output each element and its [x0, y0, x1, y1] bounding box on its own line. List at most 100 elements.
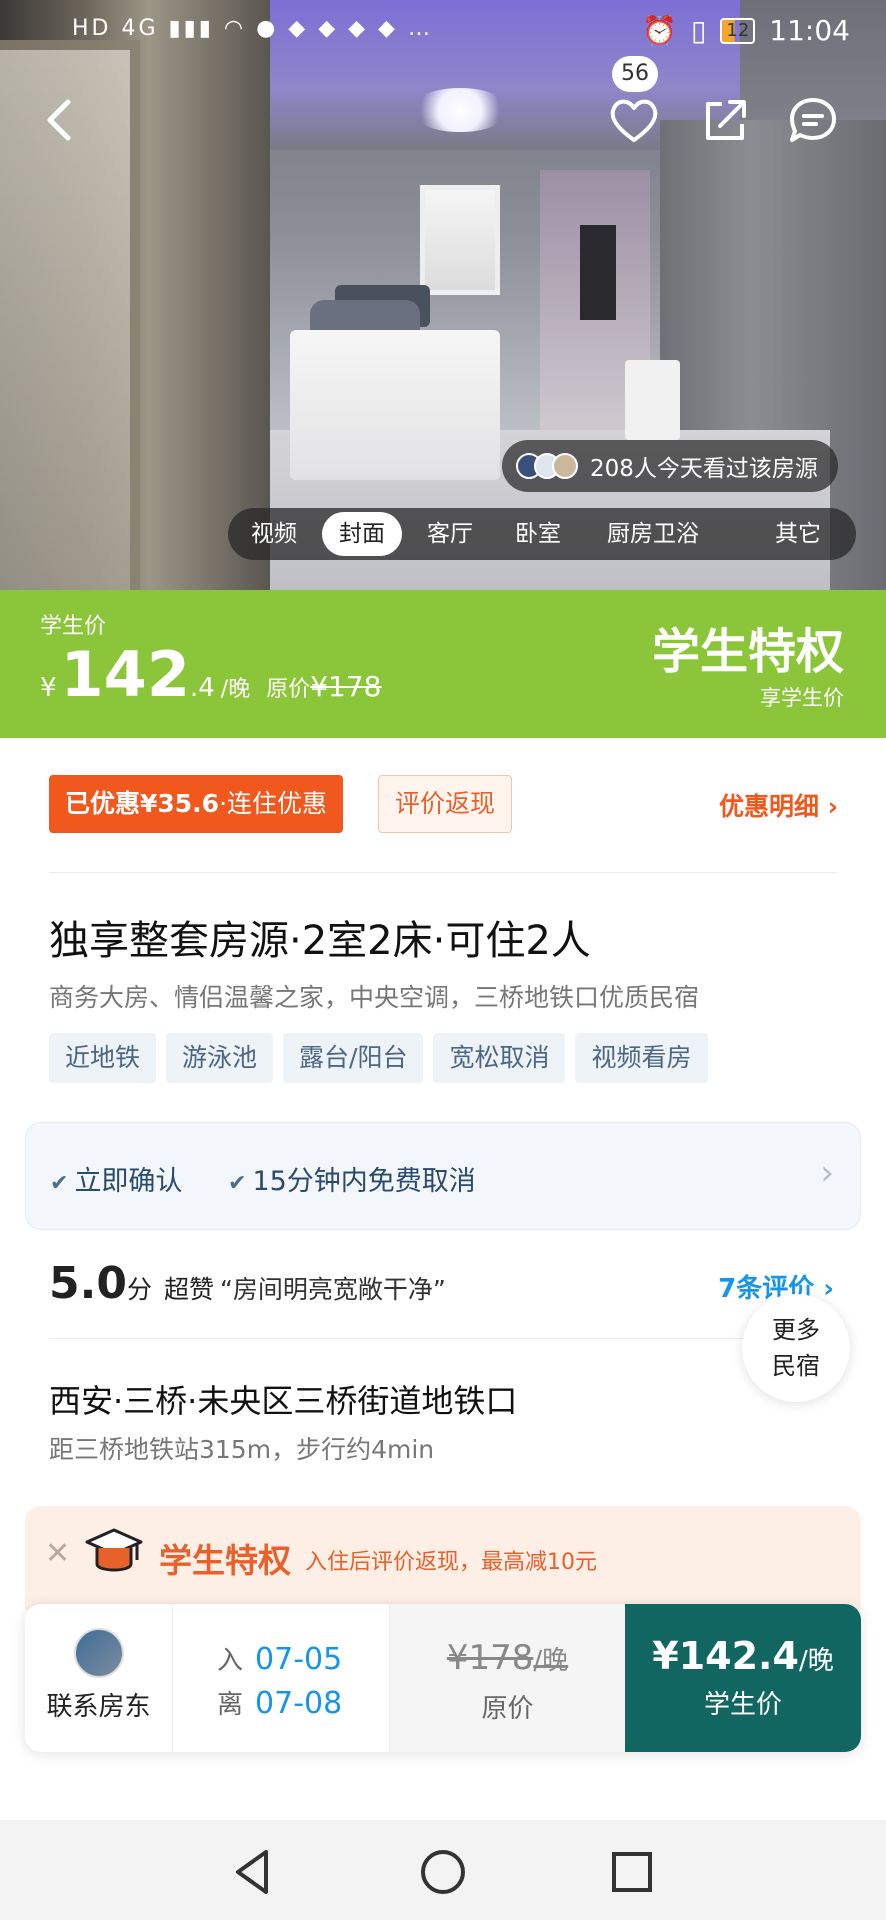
app-icon: ◆: [318, 16, 339, 41]
back-triangle-icon[interactable]: [226, 1844, 282, 1900]
checkout-value: 07-08: [255, 1686, 343, 1721]
student-price-amount: ¥142.4: [652, 1634, 799, 1678]
booking-bar: 联系房东 入 07-05 离 07-08 ¥178/晚 原价 ¥142.4/晚 学生…: [25, 1604, 861, 1752]
app-icon: ◆: [348, 16, 369, 41]
rating-summary: 5.0 分 超赞 “房间明亮宽敞干净”: [49, 1258, 446, 1309]
policy-free-cancel: ✔ 15分钟内免费取消: [228, 1159, 476, 1198]
promo-description: 入住后评价返现，最高减10元: [305, 1550, 597, 1575]
checkout-date: 离 07-08: [217, 1684, 342, 1721]
student-privilege-title: 学生特权: [651, 624, 844, 680]
discount-badge[interactable]: 已优惠¥35.6·连住优惠: [49, 775, 344, 833]
more-homestays-button[interactable]: 更多 民宿: [742, 1294, 850, 1402]
viewers-text: 208人今天看过该房源: [590, 456, 818, 482]
rating-level: 超赞: [163, 1275, 214, 1304]
price-label: 学生价: [40, 614, 107, 639]
date-selector[interactable]: 入 07-05 离 07-08: [173, 1604, 390, 1752]
photo-tv-unit: [625, 360, 680, 440]
rating-unit: 分: [126, 1275, 152, 1304]
tab-cover[interactable]: 封面: [322, 512, 402, 556]
favorite-count-badge: 56: [612, 56, 658, 92]
tab-other[interactable]: 其它: [748, 508, 848, 560]
share-button[interactable]: [700, 96, 750, 144]
back-button[interactable]: [40, 96, 80, 144]
divider: [49, 1338, 837, 1339]
price-display: ¥ 142 .4 /晚 原价 ¥178: [40, 638, 381, 711]
checkin-value: 07-05: [255, 1642, 343, 1677]
chevron-right-icon: ›: [823, 1274, 834, 1304]
battery-icon: 12: [720, 17, 756, 44]
listing-title: 独享整套房源·2室2床·可住2人: [49, 918, 591, 964]
recents-square-icon[interactable]: [604, 1844, 660, 1900]
check-icon: ✔: [50, 1171, 69, 1196]
original-price: ¥178: [310, 670, 382, 703]
notification-icon: ●: [256, 16, 279, 41]
tab-living-room[interactable]: 客厅: [410, 508, 490, 560]
listing-detail-screen: HD 4G ▮▮▮ ◠ ● ◆ ◆ ◆ ◆ … ⏰ ▯ 12 11:04 56: [0, 0, 886, 1920]
tag-flexible-cancel: 宽松取消: [433, 1033, 566, 1083]
photo-hallway-door: [580, 225, 616, 320]
more-homestays-line2: 民宿: [772, 1352, 820, 1380]
host-avatar: [73, 1628, 124, 1678]
close-icon[interactable]: ✕: [45, 1536, 70, 1571]
price-currency: ¥: [40, 673, 57, 703]
student-privilege-subtitle: 享学生价: [760, 686, 844, 710]
tag-near-subway: 近地铁: [49, 1033, 157, 1083]
original-price-label: 原价: [266, 677, 311, 702]
more-icon: …: [407, 16, 433, 41]
cashback-badge[interactable]: 评价返现: [378, 775, 513, 833]
tag-balcony: 露台/阳台: [283, 1033, 424, 1083]
book-original-price-button[interactable]: ¥178/晚 原价: [390, 1604, 625, 1752]
checkin-label: 入: [217, 1646, 244, 1676]
price-decimal: .4: [189, 673, 215, 703]
clock: 11:04: [769, 14, 850, 47]
student-price-banner: 学生价 ¥ 142 .4 /晚 原价 ¥178 学生特权 享学生价: [0, 590, 886, 738]
listing-photo[interactable]: HD 4G ▮▮▮ ◠ ● ◆ ◆ ◆ ◆ … ⏰ ▯ 12 11:04 56: [0, 0, 886, 590]
promo-title: 学生特权: [159, 1541, 291, 1580]
message-button[interactable]: [788, 96, 838, 144]
photo-category-tabs: 视频 封面 客厅 卧室 厨房卫浴 其它: [228, 508, 856, 560]
booking-policy-card[interactable]: ✔ 立即确认 ✔ 15分钟内免费取消 ›: [25, 1122, 861, 1230]
checkout-label: 离: [217, 1690, 244, 1720]
chat-icon: [790, 98, 836, 142]
listing-subtitle: 商务大房、情侣温馨之家，中央空调，三桥地铁口优质民宿: [49, 983, 700, 1012]
viewers-badge: 208人今天看过该房源: [502, 440, 838, 492]
favorite-button[interactable]: [608, 96, 660, 144]
listing-address: 西安·三桥·未央区三桥街道地铁口: [49, 1382, 518, 1420]
subway-distance: 距三桥地铁站315m，步行约4min: [49, 1435, 435, 1464]
policy-instant-confirm: ✔ 立即确认: [50, 1159, 182, 1198]
price-integer: 142: [60, 638, 190, 711]
chevron-right-icon: ›: [827, 792, 838, 821]
system-nav-bar: [0, 1820, 886, 1920]
heart-icon: [610, 99, 658, 142]
discount-detail-link[interactable]: 优惠明细 ›: [719, 787, 838, 823]
viewer-avatars: [516, 453, 578, 479]
price-unit: /晚: [220, 677, 251, 702]
tab-video[interactable]: 视频: [236, 508, 312, 560]
home-circle-icon[interactable]: [415, 1844, 471, 1900]
discount-type: ·连住优惠: [219, 789, 328, 818]
tag-video-tour: 视频看房: [575, 1033, 708, 1083]
photo-bed: [290, 330, 500, 480]
student-price-unit: /晚: [798, 1646, 834, 1676]
book-student-price-button[interactable]: ¥142.4/晚 学生价: [625, 1604, 861, 1752]
status-indicators: HD 4G ▮▮▮ ◠ ● ◆ ◆ ◆ ◆ …: [72, 16, 433, 41]
avatar: [552, 453, 578, 479]
tab-bedroom[interactable]: 卧室: [498, 508, 578, 560]
rating-score: 5.0: [49, 1258, 127, 1309]
student-price-value: ¥142.4/晚: [625, 1634, 861, 1678]
status-bar: HD 4G ▮▮▮ ◠ ● ◆ ◆ ◆ ◆ … ⏰ ▯ 12 11:04: [0, 0, 886, 64]
original-price-amount: ¥178: [446, 1638, 534, 1678]
alarm-icon: ⏰: [642, 14, 677, 47]
discount-detail-label: 优惠明细: [718, 792, 819, 821]
tab-kitchen-bath[interactable]: 厨房卫浴: [588, 508, 718, 560]
discount-amount: 已优惠¥35.6: [65, 789, 220, 818]
vibrate-icon: ▯: [690, 14, 707, 47]
signal-icon: ▮▮▮: [168, 16, 214, 41]
contact-host-button[interactable]: 联系房东: [25, 1604, 173, 1752]
original-price-value: ¥178/晚: [390, 1638, 625, 1678]
checkin-date: 入 07-05: [217, 1640, 342, 1677]
original-price-label: 原价: [481, 1694, 534, 1724]
share-icon: [706, 100, 746, 140]
student-price-label: 学生价: [703, 1690, 782, 1720]
chevron-left-icon: [47, 99, 71, 141]
